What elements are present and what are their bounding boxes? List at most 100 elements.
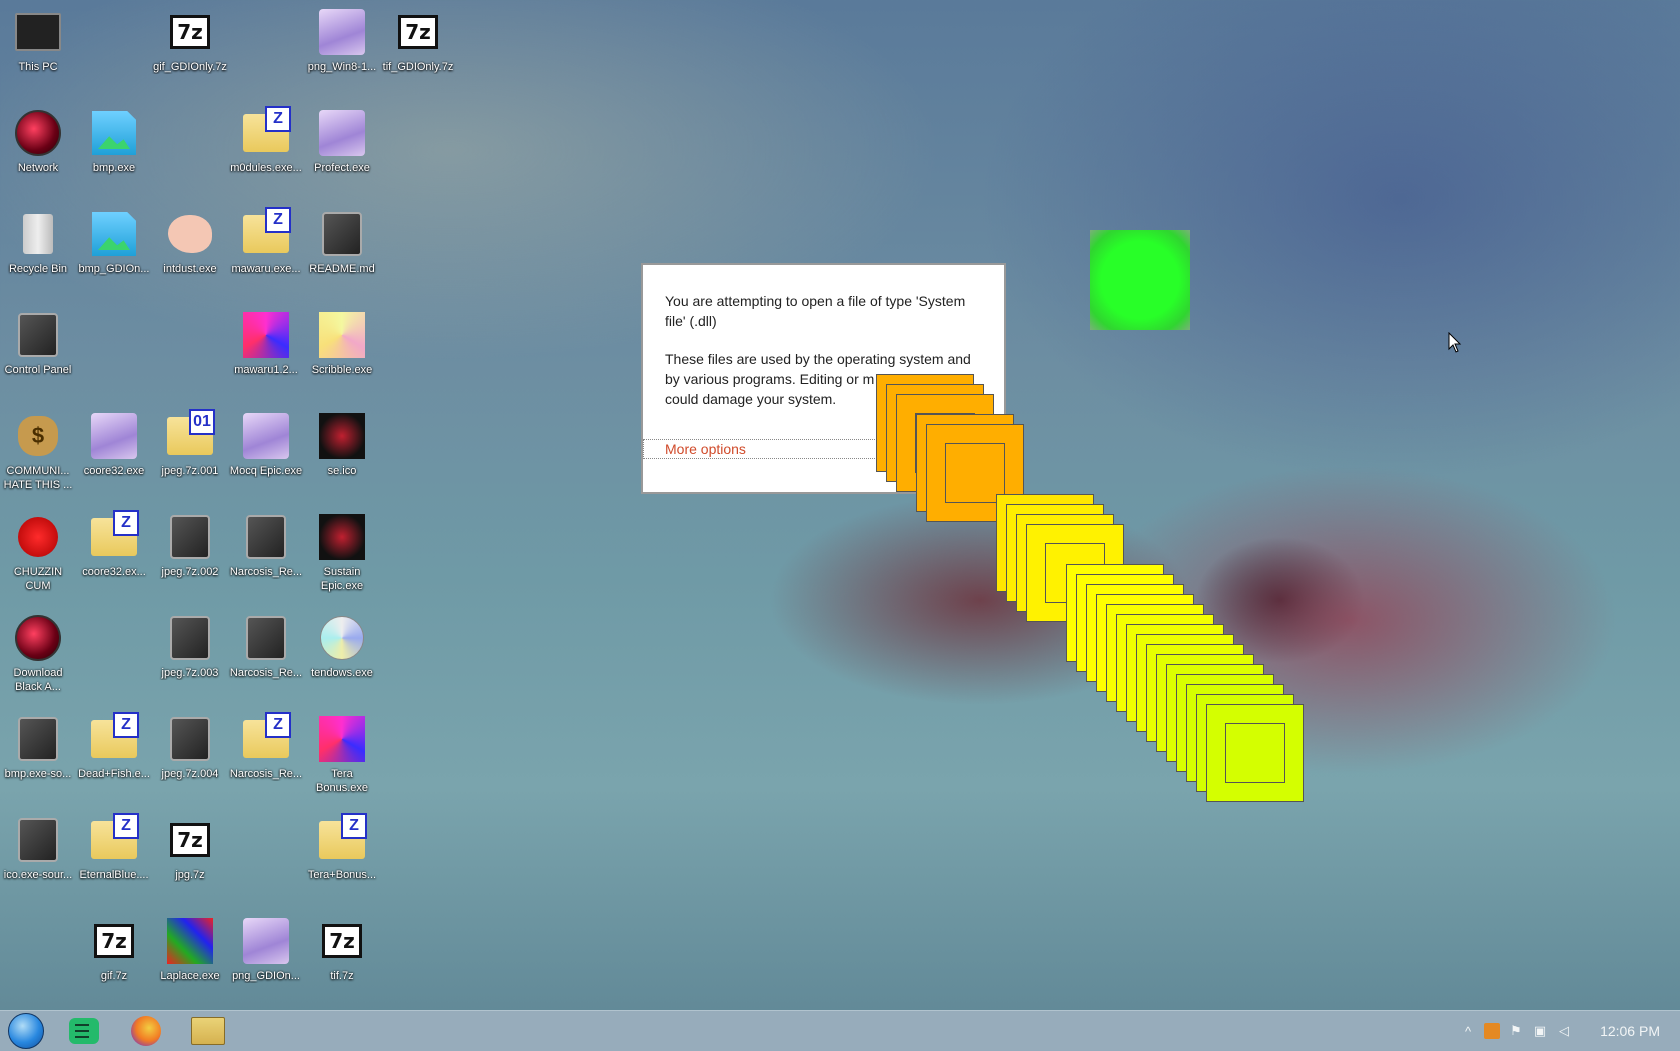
desktop-icon-download-black[interactable]: Download Black A...	[0, 614, 76, 694]
exe-file-icon	[18, 818, 58, 862]
speaker-icon[interactable]: ◁	[1556, 1023, 1572, 1039]
desktop-icon-network[interactable]: Network	[0, 109, 76, 175]
zip-folder-icon: Z	[319, 813, 367, 859]
file-explorer-icon	[191, 1017, 225, 1045]
trail-square	[1206, 704, 1304, 802]
network-tray-icon[interactable]: ▣	[1532, 1023, 1548, 1039]
desktop-icon-profect-exe[interactable]: Profect.exe	[304, 109, 380, 175]
icon-label: README.md	[309, 263, 375, 275]
desktop-icon-narcosis-re-3[interactable]: Z Narcosis_Re...	[228, 712, 304, 781]
icon-label: Narcosis_Re...	[229, 566, 303, 578]
icon-label: m0dules.exe...	[230, 162, 302, 174]
desktop-icon-jpeg-7z-004[interactable]: jpeg.7z.004	[152, 715, 228, 781]
icon-label: Sustain Epic.exe	[320, 566, 364, 592]
icon-label: mawaru1.2...	[234, 364, 298, 376]
desktop-icon-coore32-ex[interactable]: Z coore32.ex...	[76, 510, 152, 579]
taskbar-file-explorer[interactable]	[188, 1015, 228, 1047]
desktop-icon-scribble-exe[interactable]: Scribble.exe	[304, 311, 380, 377]
desktop-icon-ico-exe-sour[interactable]: ico.exe-sour...	[0, 816, 76, 882]
start-button[interactable]	[6, 1013, 46, 1049]
desktop-icon-m0dules-exe[interactable]: Z m0dules.exe...	[228, 106, 304, 175]
icon-label: Narcosis_Re...	[229, 667, 303, 679]
mouse-cursor-icon	[1448, 332, 1462, 353]
desktop-icon-se-ico[interactable]: se.ico	[304, 412, 380, 478]
image-file-icon	[92, 212, 136, 256]
exe-file-icon	[246, 515, 286, 559]
anime-character-icon	[91, 413, 137, 459]
noise-image-icon	[319, 716, 365, 762]
desktop-icon-gif-7z[interactable]: 7z gif.7z	[76, 917, 152, 983]
desktop-icon-jpeg-7z-002[interactable]: jpeg.7z.002	[152, 513, 228, 579]
desktop-icon-jpg-7z[interactable]: 7z jpg.7z	[152, 816, 228, 882]
desktop-icon-coore32-exe[interactable]: coore32.exe	[76, 412, 152, 478]
taskbar-clock[interactable]: 12:06 PM	[1600, 1011, 1660, 1051]
desktop-icon-deadfish[interactable]: Z Dead+Fish.e...	[76, 712, 152, 781]
desktop-icon-mawaru-exe[interactable]: Z mawaru.exe...	[228, 207, 304, 276]
icon-label: png_GDIOn...	[232, 970, 300, 982]
icon-label: Dead+Fish.e...	[78, 768, 150, 780]
desktop-icon-tendows-exe[interactable]: tendows.exe	[304, 614, 380, 680]
desktop-icon-tera-bonus-exe[interactable]: Tera Bonus.exe	[304, 715, 380, 795]
desktop-icon-narcosis-re-1[interactable]: Narcosis_Re...	[228, 513, 304, 579]
green-glitch-square	[1090, 230, 1190, 330]
flag-icon[interactable]: ⚑	[1508, 1023, 1524, 1039]
desktop-icon-tif-7z[interactable]: 7z tif.7z	[304, 917, 380, 983]
desktop-icon-sustain-epic[interactable]: Sustain Epic.exe	[304, 513, 380, 593]
more-options-link[interactable]: More options	[665, 441, 746, 457]
desktop-icon-eternalblue[interactable]: Z EternalBlue....	[76, 813, 152, 882]
zip-folder-icon: Z	[91, 813, 139, 859]
icon-label: tif.7z	[330, 970, 354, 982]
icon-label: png_Win8-1...	[307, 61, 377, 73]
desktop-icon-mawaru12[interactable]: mawaru1.2...	[228, 311, 304, 377]
dark-image-icon	[319, 413, 365, 459]
binary-folder-icon: 01	[167, 409, 215, 455]
7z-archive-icon: 7z	[94, 924, 134, 958]
firefox-icon	[131, 1016, 161, 1046]
desktop-icon-laplace-exe[interactable]: Laplace.exe	[152, 917, 228, 983]
desktop-icon-mocq-epic-exe[interactable]: Mocq Epic.exe	[228, 412, 304, 478]
icon-label: jpeg.7z.002	[161, 566, 219, 578]
desktop-icon-gif-gdionly-7z[interactable]: 7z gif_GDIOnly.7z	[152, 8, 228, 74]
paint-palette-icon	[168, 215, 212, 253]
desktop-icon-bmp-gdion[interactable]: bmp_GDIOn...	[76, 210, 152, 276]
desktop-icon-intdust-exe[interactable]: intdust.exe	[152, 210, 228, 276]
noise-image-icon	[243, 312, 289, 358]
exe-file-icon	[246, 616, 286, 660]
desktop-icon-png-gdion[interactable]: png_GDIOn...	[228, 917, 304, 983]
desktop-icon-jpeg-7z-001[interactable]: 01 jpeg.7z.001	[152, 409, 228, 478]
desktop-icon-readme-md[interactable]: README.md	[304, 210, 380, 276]
desktop-icon-png-win8[interactable]: png_Win8-1...	[304, 8, 380, 74]
desktop-icon-control-panel[interactable]: Control Panel	[0, 311, 76, 377]
icon-label: jpeg.7z.003	[161, 667, 219, 679]
desktop-icon-jpeg-7z-003[interactable]: jpeg.7z.003	[152, 614, 228, 680]
desktop-icon-this-pc[interactable]: This PC	[0, 8, 76, 74]
icon-label: tendows.exe	[311, 667, 373, 679]
icon-label: ico.exe-sour...	[3, 869, 73, 881]
desktop-icon-narcosis-re-2[interactable]: Narcosis_Re...	[228, 614, 304, 680]
icon-label: coore32.ex...	[82, 566, 146, 578]
zip-folder-icon: Z	[243, 207, 291, 253]
anime-character-icon	[319, 110, 365, 156]
trail-square-inner	[1225, 723, 1285, 783]
desktop-icon-tif-gdionly-7z[interactable]: 7z tif_GDIOnly.7z	[380, 8, 456, 74]
dark-image-icon	[319, 514, 365, 560]
desktop-icon-bmp-exe[interactable]: bmp.exe	[76, 109, 152, 175]
icon-label: Laplace.exe	[160, 970, 220, 982]
app-tray-icon[interactable]	[1484, 1023, 1500, 1039]
taskbar-notes-app[interactable]	[64, 1015, 104, 1047]
desktop-icon-tera-bonus-2[interactable]: Z Tera+Bonus...	[304, 813, 380, 882]
icon-label: EternalBlue....	[79, 869, 149, 881]
taskbar-firefox[interactable]	[126, 1015, 166, 1047]
zip-folder-icon: Z	[91, 712, 139, 758]
icon-label: coore32.exe	[83, 465, 145, 477]
icon-label: Scribble.exe	[311, 364, 373, 376]
icon-label: intdust.exe	[163, 263, 217, 275]
desktop-icon-recycle-bin[interactable]: Recycle Bin	[0, 210, 76, 276]
desktop-icon-communi[interactable]: $ COMMUNI... HATE THIS ...	[0, 412, 76, 492]
icon-label: se.ico	[327, 465, 357, 477]
desktop-icon-bmp-exe-so[interactable]: bmp.exe-so...	[0, 715, 76, 781]
desktop-icon-chuzzin-cum[interactable]: CHUZZIN CUM	[0, 513, 76, 593]
desktop[interactable]: This PC Network Recycle Bin Control Pane…	[0, 0, 1680, 1010]
network-icon	[15, 110, 61, 156]
chevron-up-icon[interactable]: ^	[1460, 1023, 1476, 1039]
